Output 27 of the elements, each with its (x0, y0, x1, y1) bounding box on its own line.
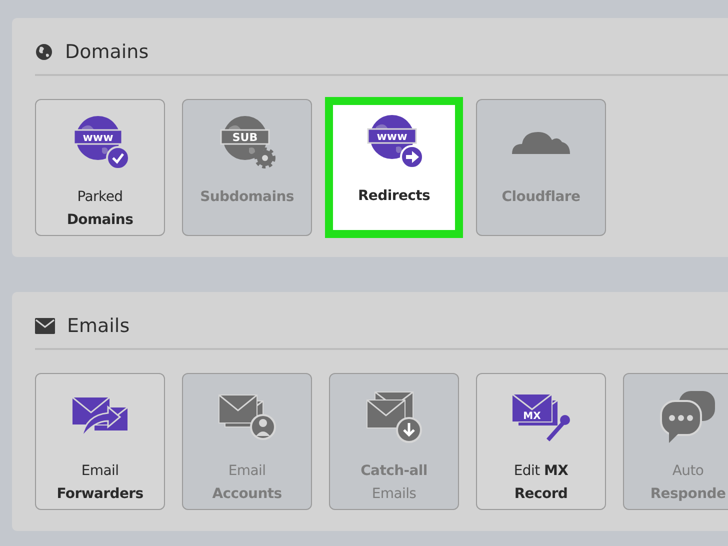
tile-label: Redirects (358, 187, 430, 206)
envelope-icon (35, 318, 55, 334)
envelope-download-icon (366, 390, 422, 444)
tile-label: Subdomains (200, 188, 294, 207)
tile-label: Auto (672, 462, 704, 481)
feature-tile[interactable]: www Parked Domains (35, 99, 165, 236)
tile-label: Edit MX (514, 462, 568, 481)
tile-label: Catch-all (360, 462, 428, 481)
tile-label: Record (514, 485, 568, 504)
tile-label: Forwarders (56, 485, 144, 504)
chat-bubbles-icon (660, 390, 716, 444)
section-title: Domains (65, 41, 149, 63)
tile-label: Email (81, 462, 119, 481)
cloud-icon (512, 132, 570, 154)
tile-label: Email (228, 462, 266, 481)
section-title: Emails (67, 315, 130, 337)
feature-tile[interactable]: Email Forwarders (35, 373, 165, 510)
tile-label: Cloudflare (502, 188, 580, 207)
tile-label: Accounts (212, 485, 282, 504)
feature-tile[interactable]: www Redirects (325, 97, 463, 238)
tile-label: Responde (650, 485, 726, 504)
envelope-person-icon (218, 394, 276, 440)
tile-label: Emails (372, 485, 416, 504)
globe-icon (35, 43, 53, 61)
feature-tile[interactable]: MX Edit MX Record (476, 373, 606, 510)
tile-label: Parked (77, 188, 123, 207)
tile-label: Domains (66, 211, 134, 230)
